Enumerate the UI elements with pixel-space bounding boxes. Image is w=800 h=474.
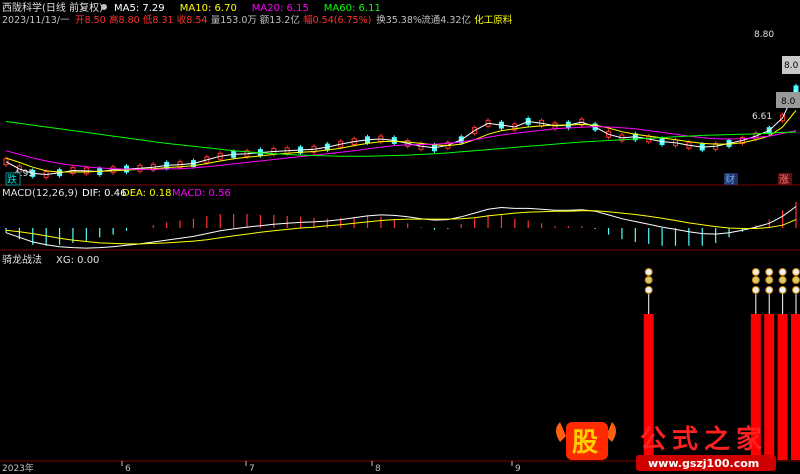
macd-dif: DIF: 0.46 (82, 188, 126, 199)
indicator-xg: XG: 0.00 (56, 255, 99, 266)
xaxis-month-label: 6 (125, 464, 131, 474)
signal-gourd-icon (644, 276, 653, 284)
price-tag-1-text: 8.0 (784, 61, 799, 71)
info-row: 2023/11/13/一 开8.50 高8.80 低8.31 收8.54 量153.0万额… (2, 14, 513, 26)
info-item: 额13.2亿 (260, 14, 300, 26)
macd-dea: DEA: 0.18 (122, 188, 172, 199)
signal-gourd-icon (751, 276, 760, 284)
right-price-label: 6.61 (752, 112, 772, 122)
info-item: 幅0.54(6.75%) (303, 14, 371, 26)
signal-gourd-icon (792, 268, 800, 276)
signal-gourd-icon (765, 268, 774, 276)
ma-line-ma60 (5, 121, 797, 157)
xg-signal-bar (791, 314, 800, 460)
signal-gourd-icon (792, 286, 800, 294)
signal-gourd-icon (751, 286, 760, 294)
macd-title: MACD(12,26,9) (2, 188, 78, 199)
xg-signal-bar (777, 314, 788, 460)
info-item: 开8.50 (75, 15, 106, 26)
macd-lines (5, 206, 797, 249)
candles (3, 83, 799, 180)
watermark-brand: 公式之家 (640, 424, 768, 455)
info-item: 低8.31 (143, 14, 174, 26)
signal-gourd-icon (792, 276, 800, 284)
xaxis-year: 2023年 (2, 462, 34, 474)
ma-legend-dot-icon (101, 4, 107, 10)
cai-badge-text: 财 (725, 173, 735, 186)
xaxis-month-label: 9 (515, 464, 521, 474)
signal-gourd-icon (778, 268, 787, 276)
stock-chart: 西陇科学(日线 前复权) MA5: 7.29 MA10: 6.70 MA20: 6.… (0, 1, 800, 474)
info-item: 量153.0万 (211, 15, 257, 26)
zhang-badge-text: 涨 (779, 174, 789, 186)
ma-legend: MA5: 7.29 MA10: 6.70 MA20: 6.15 MA60: 6.11 (101, 3, 381, 14)
info-item: 2023/11/13/一 (2, 15, 70, 26)
watermark: 股 公式之家 www.gszj100.com (556, 422, 776, 471)
high-price-label: 8.80 (754, 30, 774, 40)
watermark-url: www.gszj100.com (648, 457, 759, 470)
ma-legend-item: MA10: 6.70 (180, 3, 237, 14)
xaxis-months: 6 7 8 9 (121, 461, 521, 474)
signal-gourd-icon (644, 286, 653, 294)
logo-text: 股 (572, 428, 598, 458)
macd-value: MACD: 0.56 (172, 188, 231, 199)
info-item: 化工原料 (474, 14, 513, 26)
signal-gourd-icon (765, 286, 774, 294)
xaxis-month-label: 7 (249, 464, 255, 474)
ma-line-ma5 (5, 88, 797, 176)
info-item: 收8.54 (177, 14, 208, 26)
stock-title: 西陇科学(日线 前复权) (2, 1, 103, 14)
signal-gourd-icon (765, 276, 774, 284)
price-tag-2-text: 8.0 (781, 97, 796, 107)
macd-line-dif (5, 206, 797, 249)
indicator-title: 骑龙战法 (2, 253, 42, 266)
info-item: 流通4.32亿 (421, 14, 471, 26)
xaxis-month-label: 8 (375, 464, 381, 474)
die-badge-text: 跌 (7, 173, 17, 186)
info-item: 换35.38% (376, 14, 422, 26)
ma-legend-item: MA60: 6.11 (324, 3, 381, 14)
ma-legend-item: MA5: 7.29 (114, 3, 165, 14)
macd-histogram (5, 201, 797, 246)
info-item: 高8.80 (109, 14, 140, 26)
ma-legend-item: MA20: 6.15 (252, 3, 309, 14)
ma-lines (5, 88, 797, 176)
ma-line-ma20 (5, 126, 797, 170)
signal-gourd-icon (644, 268, 653, 276)
signal-gourd-icon (778, 276, 787, 284)
signal-gourd-icon (778, 286, 787, 294)
signal-gourd-icon (751, 268, 760, 276)
